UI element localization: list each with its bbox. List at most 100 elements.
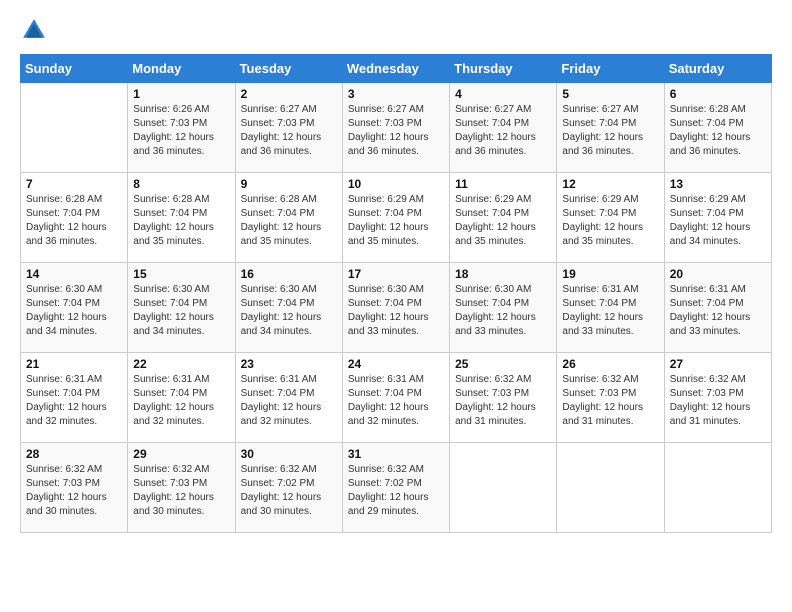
day-number: 12 xyxy=(562,177,658,191)
day-cell: 11 Sunrise: 6:29 AMSunset: 7:04 PMDayligh… xyxy=(450,173,557,263)
day-cell: 4 Sunrise: 6:27 AMSunset: 7:04 PMDaylight… xyxy=(450,83,557,173)
day-info: Sunrise: 6:30 AMSunset: 7:04 PMDaylight:… xyxy=(455,283,551,339)
day-cell: 23 Sunrise: 6:31 AMSunset: 7:04 PMDayligh… xyxy=(235,353,342,443)
col-header-monday: Monday xyxy=(128,55,235,83)
day-info: Sunrise: 6:31 AMSunset: 7:04 PMDaylight:… xyxy=(562,283,658,339)
col-header-tuesday: Tuesday xyxy=(235,55,342,83)
day-cell: 28 Sunrise: 6:32 AMSunset: 7:03 PMDayligh… xyxy=(21,443,128,533)
day-number: 30 xyxy=(241,447,337,461)
day-cell: 29 Sunrise: 6:32 AMSunset: 7:03 PMDayligh… xyxy=(128,443,235,533)
day-number: 20 xyxy=(670,267,766,281)
day-cell: 21Sunrise: 6:31 AMSunset: 7:04 PMDayligh… xyxy=(21,353,128,443)
day-cell: 9 Sunrise: 6:28 AMSunset: 7:04 PMDaylight… xyxy=(235,173,342,263)
day-info: Sunrise: 6:30 AMSunset: 7:04 PMDaylight:… xyxy=(348,283,444,339)
day-cell: 10 Sunrise: 6:29 AMSunset: 7:04 PMDayligh… xyxy=(342,173,449,263)
day-info: Sunrise: 6:31 AMSunset: 7:04 PMDaylight:… xyxy=(241,373,337,429)
day-info: Sunrise: 6:31 AMSunset: 7:04 PMDaylight:… xyxy=(133,373,229,429)
day-cell: 6 Sunrise: 6:28 AMSunset: 7:04 PMDaylight… xyxy=(664,83,771,173)
day-info: Sunrise: 6:28 AMSunset: 7:04 PMDaylight:… xyxy=(670,103,766,159)
day-cell: 22 Sunrise: 6:31 AMSunset: 7:04 PMDayligh… xyxy=(128,353,235,443)
day-cell: 27Sunrise: 6:32 AMSunset: 7:03 PMDayligh… xyxy=(664,353,771,443)
day-info: Sunrise: 6:27 AMSunset: 7:04 PMDaylight:… xyxy=(455,103,551,159)
day-cell: 26 Sunrise: 6:32 AMSunset: 7:03 PMDayligh… xyxy=(557,353,664,443)
page-header xyxy=(20,16,772,44)
day-info: Sunrise: 6:30 AMSunset: 7:04 PMDaylight:… xyxy=(133,283,229,339)
day-number: 3 xyxy=(348,87,444,101)
week-row-3: 14 Sunrise: 6:30 AMSunset: 7:04 PMDayligh… xyxy=(21,263,772,353)
day-info: Sunrise: 6:27 AMSunset: 7:04 PMDaylight:… xyxy=(562,103,658,159)
day-number: 7 xyxy=(26,177,122,191)
day-info: Sunrise: 6:28 AMSunset: 7:04 PMDaylight:… xyxy=(241,193,337,249)
day-number: 29 xyxy=(133,447,229,461)
week-row-4: 21Sunrise: 6:31 AMSunset: 7:04 PMDayligh… xyxy=(21,353,772,443)
day-number: 5 xyxy=(562,87,658,101)
day-cell: 30 Sunrise: 6:32 AMSunset: 7:02 PMDayligh… xyxy=(235,443,342,533)
day-cell xyxy=(21,83,128,173)
day-number: 19 xyxy=(562,267,658,281)
day-number: 22 xyxy=(133,357,229,371)
day-number: 13 xyxy=(670,177,766,191)
week-row-1: 1Sunrise: 6:26 AMSunset: 7:03 PMDaylight… xyxy=(21,83,772,173)
day-info: Sunrise: 6:30 AMSunset: 7:04 PMDaylight:… xyxy=(26,283,122,339)
day-info: Sunrise: 6:32 AMSunset: 7:02 PMDaylight:… xyxy=(241,463,337,519)
day-cell xyxy=(664,443,771,533)
day-cell xyxy=(557,443,664,533)
day-info: Sunrise: 6:31 AMSunset: 7:04 PMDaylight:… xyxy=(26,373,122,429)
day-info: Sunrise: 6:27 AMSunset: 7:03 PMDaylight:… xyxy=(348,103,444,159)
day-cell: 5 Sunrise: 6:27 AMSunset: 7:04 PMDaylight… xyxy=(557,83,664,173)
day-number: 15 xyxy=(133,267,229,281)
day-cell: 8 Sunrise: 6:28 AMSunset: 7:04 PMDaylight… xyxy=(128,173,235,263)
col-header-friday: Friday xyxy=(557,55,664,83)
day-cell: 20Sunrise: 6:31 AMSunset: 7:04 PMDayligh… xyxy=(664,263,771,353)
day-cell: 13Sunrise: 6:29 AMSunset: 7:04 PMDayligh… xyxy=(664,173,771,263)
day-info: Sunrise: 6:29 AMSunset: 7:04 PMDaylight:… xyxy=(348,193,444,249)
day-number: 18 xyxy=(455,267,551,281)
col-header-saturday: Saturday xyxy=(664,55,771,83)
col-header-wednesday: Wednesday xyxy=(342,55,449,83)
day-number: 14 xyxy=(26,267,122,281)
day-cell: 31 Sunrise: 6:32 AMSunset: 7:02 PMDayligh… xyxy=(342,443,449,533)
day-number: 11 xyxy=(455,177,551,191)
day-cell: 1Sunrise: 6:26 AMSunset: 7:03 PMDaylight… xyxy=(128,83,235,173)
day-number: 4 xyxy=(455,87,551,101)
day-info: Sunrise: 6:28 AMSunset: 7:04 PMDaylight:… xyxy=(26,193,122,249)
day-cell: 17 Sunrise: 6:30 AMSunset: 7:04 PMDayligh… xyxy=(342,263,449,353)
day-number: 24 xyxy=(348,357,444,371)
day-number: 6 xyxy=(670,87,766,101)
day-cell: 16 Sunrise: 6:30 AMSunset: 7:04 PMDayligh… xyxy=(235,263,342,353)
day-number: 26 xyxy=(562,357,658,371)
day-number: 23 xyxy=(241,357,337,371)
week-row-5: 28 Sunrise: 6:32 AMSunset: 7:03 PMDayligh… xyxy=(21,443,772,533)
day-number: 25 xyxy=(455,357,551,371)
day-info: Sunrise: 6:30 AMSunset: 7:04 PMDaylight:… xyxy=(241,283,337,339)
logo xyxy=(20,16,52,44)
day-info: Sunrise: 6:32 AMSunset: 7:03 PMDaylight:… xyxy=(562,373,658,429)
day-cell: 2 Sunrise: 6:27 AMSunset: 7:03 PMDaylight… xyxy=(235,83,342,173)
day-number: 9 xyxy=(241,177,337,191)
day-number: 28 xyxy=(26,447,122,461)
day-cell: 14 Sunrise: 6:30 AMSunset: 7:04 PMDayligh… xyxy=(21,263,128,353)
col-header-sunday: Sunday xyxy=(21,55,128,83)
day-info: Sunrise: 6:31 AMSunset: 7:04 PMDaylight:… xyxy=(348,373,444,429)
day-number: 10 xyxy=(348,177,444,191)
day-info: Sunrise: 6:32 AMSunset: 7:03 PMDaylight:… xyxy=(670,373,766,429)
day-info: Sunrise: 6:29 AMSunset: 7:04 PMDaylight:… xyxy=(455,193,551,249)
col-header-thursday: Thursday xyxy=(450,55,557,83)
day-number: 2 xyxy=(241,87,337,101)
day-number: 16 xyxy=(241,267,337,281)
week-row-2: 7 Sunrise: 6:28 AMSunset: 7:04 PMDaylight… xyxy=(21,173,772,263)
day-info: Sunrise: 6:28 AMSunset: 7:04 PMDaylight:… xyxy=(133,193,229,249)
day-number: 17 xyxy=(348,267,444,281)
day-cell: 25Sunrise: 6:32 AMSunset: 7:03 PMDayligh… xyxy=(450,353,557,443)
day-info: Sunrise: 6:27 AMSunset: 7:03 PMDaylight:… xyxy=(241,103,337,159)
day-info: Sunrise: 6:32 AMSunset: 7:03 PMDaylight:… xyxy=(26,463,122,519)
day-cell: 7 Sunrise: 6:28 AMSunset: 7:04 PMDaylight… xyxy=(21,173,128,263)
day-cell xyxy=(450,443,557,533)
calendar-table: SundayMondayTuesdayWednesdayThursdayFrid… xyxy=(20,54,772,533)
day-cell: 15 Sunrise: 6:30 AMSunset: 7:04 PMDayligh… xyxy=(128,263,235,353)
day-info: Sunrise: 6:32 AMSunset: 7:02 PMDaylight:… xyxy=(348,463,444,519)
day-info: Sunrise: 6:32 AMSunset: 7:03 PMDaylight:… xyxy=(133,463,229,519)
day-number: 31 xyxy=(348,447,444,461)
logo-icon xyxy=(20,16,48,44)
day-number: 8 xyxy=(133,177,229,191)
